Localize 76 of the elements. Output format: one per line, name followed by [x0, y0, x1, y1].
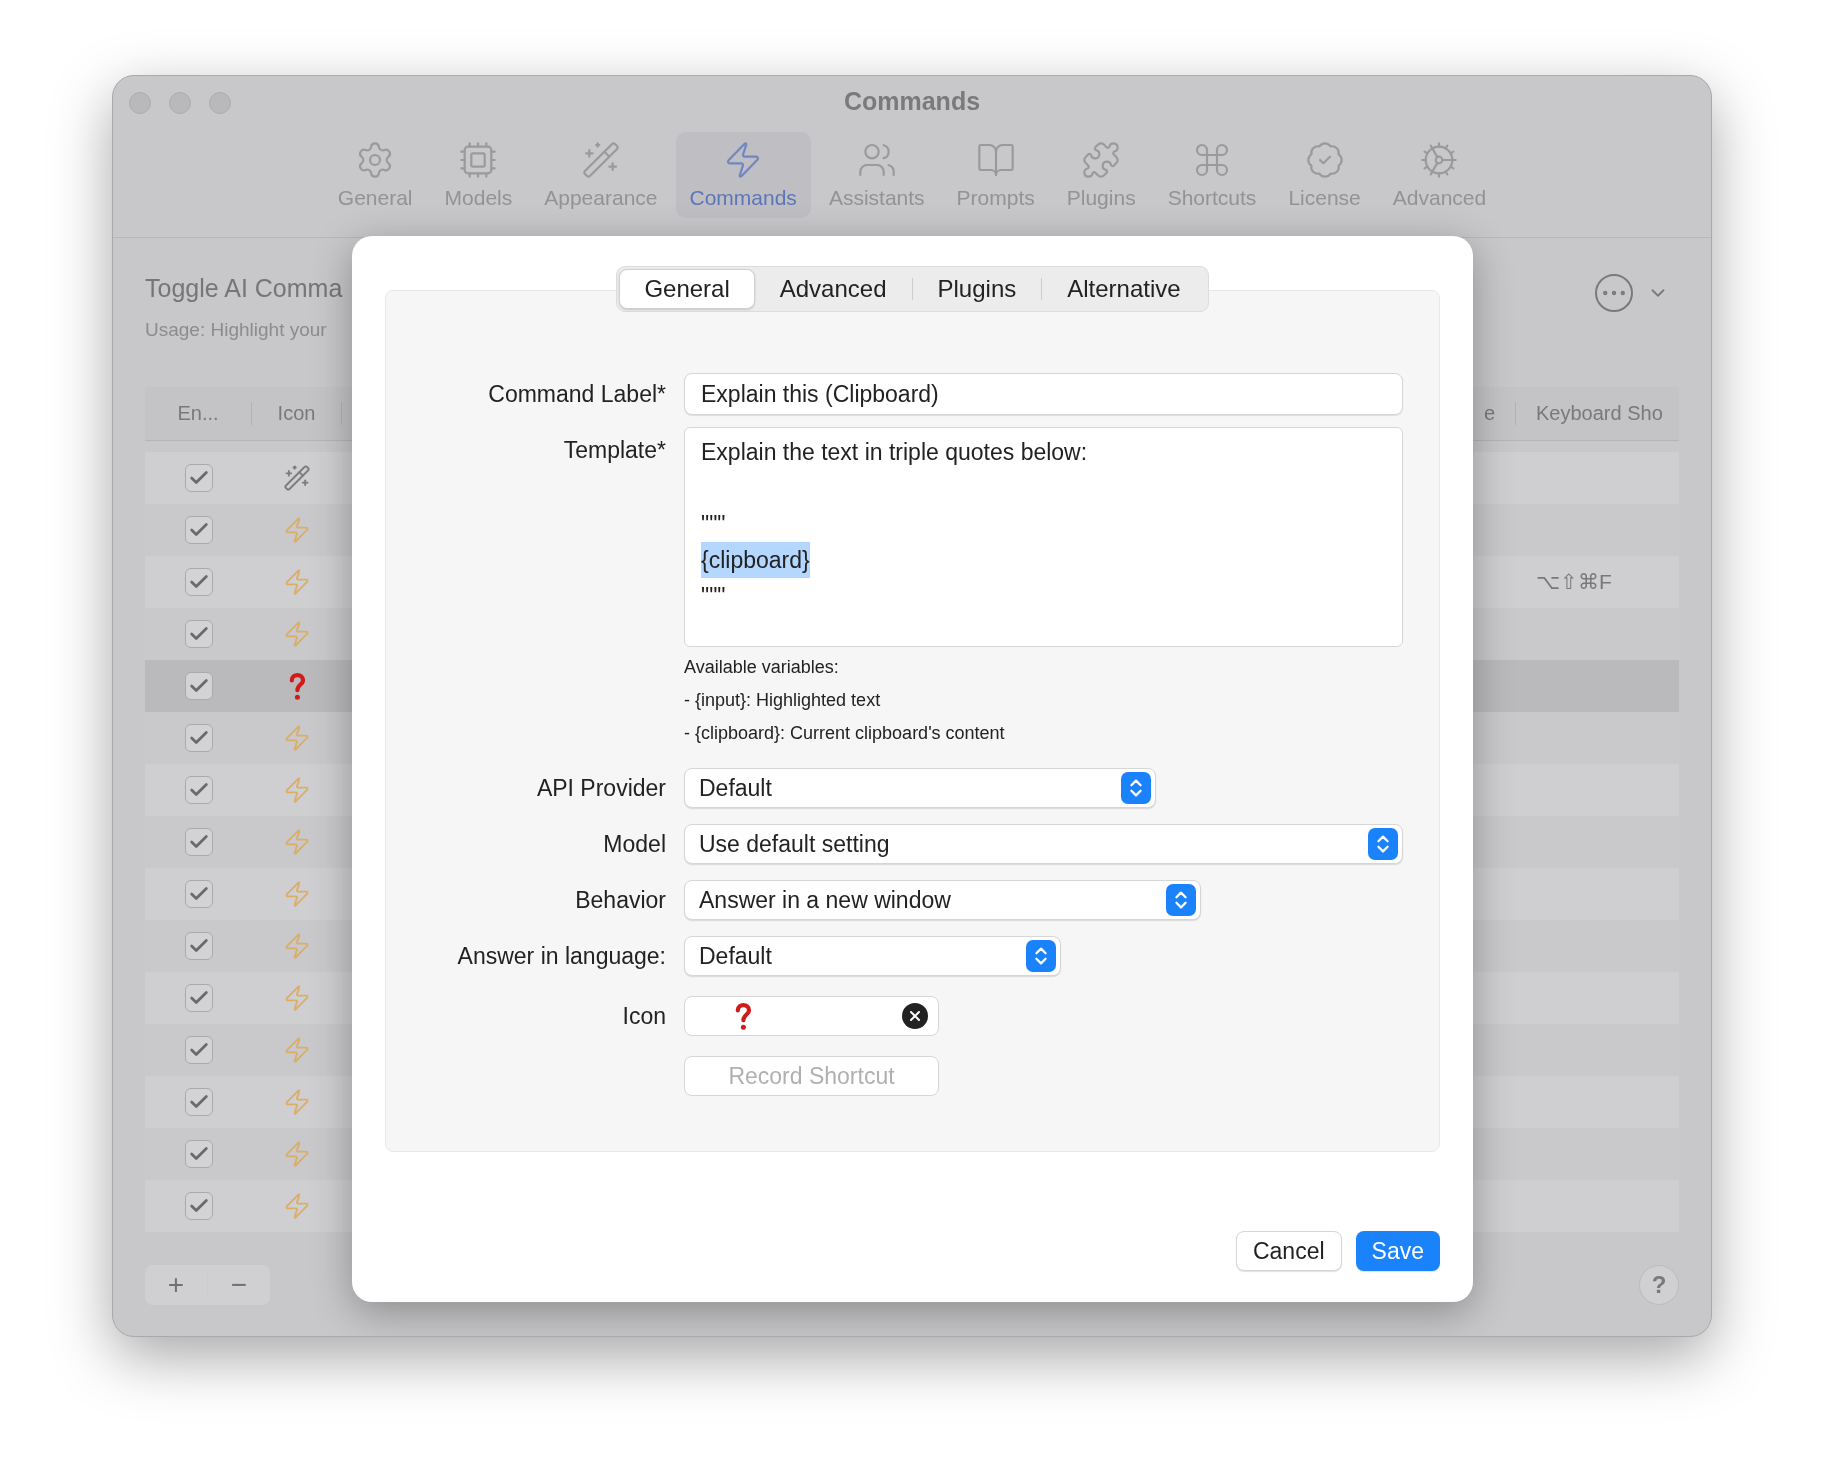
lightning-icon — [283, 620, 311, 648]
column-header[interactable]: En... — [145, 402, 252, 425]
lightning-icon — [283, 568, 311, 596]
field-label: Model — [602, 830, 666, 858]
question-mark-icon — [735, 1002, 752, 1030]
field-label: Answer in language: — [456, 942, 666, 970]
checkbox[interactable] — [184, 1088, 213, 1116]
toolbar-tab[interactable]: Commands — [675, 132, 811, 218]
template-field[interactable]: Explain the text in triple quotes below: """ {clipboard} """ — [684, 427, 1403, 647]
tab[interactable]: Advanced — [754, 269, 912, 309]
field-label: Behavior — [574, 886, 666, 914]
field-label: Command Label* — [487, 380, 666, 408]
remove-button[interactable]: − — [208, 1268, 270, 1302]
usage-text: Usage: Highlight your — [145, 319, 327, 341]
checkbox[interactable] — [184, 464, 213, 492]
field-label: Template* — [562, 436, 666, 464]
checkbox[interactable] — [184, 1036, 213, 1064]
shortcut-text: ⌥⇧⌘F — [1535, 570, 1612, 593]
checkbox[interactable] — [184, 724, 213, 752]
add-button[interactable]: + — [145, 1268, 207, 1302]
help-button[interactable]: ? — [1639, 1265, 1679, 1305]
lightning-icon — [283, 932, 311, 960]
field-label: API Provider — [535, 774, 666, 802]
select-field[interactable]: Default — [684, 768, 1156, 808]
tab[interactable]: Alternative — [1042, 269, 1206, 309]
help-text: Available variables: — [684, 657, 840, 678]
checkbox[interactable] — [184, 568, 213, 596]
clear-button[interactable] — [902, 1003, 928, 1029]
puzzle-icon — [1081, 140, 1122, 180]
lightning-icon — [283, 1140, 311, 1168]
lightning-icon — [283, 776, 311, 804]
checkbox[interactable] — [184, 1140, 213, 1168]
select-field[interactable]: Use default setting — [684, 824, 1403, 864]
checkbox[interactable] — [184, 620, 213, 648]
tab[interactable]: Plugins — [912, 269, 1042, 309]
icon-field[interactable] — [684, 996, 939, 1036]
lightning-icon — [283, 1036, 311, 1064]
more-icon[interactable] — [1595, 274, 1633, 312]
checkbox[interactable] — [184, 880, 213, 908]
gears-icon — [1419, 140, 1460, 180]
template-line: Explain the text in triple quotes below: — [701, 438, 1088, 467]
lightning-icon — [283, 516, 311, 544]
field-label: Icon — [621, 1002, 666, 1030]
template-line: """ — [701, 510, 726, 539]
checkbox[interactable] — [184, 932, 213, 960]
lightning-icon — [283, 880, 311, 908]
question-mark-icon — [288, 672, 306, 700]
select-field[interactable]: Answer in a new window — [684, 880, 1201, 920]
lightning-icon — [283, 724, 311, 752]
checkbox[interactable] — [184, 1192, 213, 1220]
column-header[interactable]: Keyboard Sho — [1516, 402, 1679, 425]
window-title: Commands — [843, 86, 981, 116]
save-button[interactable]: Save — [1355, 1231, 1440, 1271]
close-icon — [907, 1008, 923, 1024]
lightning-icon — [283, 1088, 311, 1116]
template-line: """ — [701, 582, 726, 611]
chip-icon — [458, 140, 499, 180]
help-text: - {clipboard}: Current clipboard's content — [684, 723, 1006, 744]
input-field[interactable]: Explain this (Clipboard) — [684, 373, 1403, 415]
tab[interactable]: General — [619, 269, 755, 309]
checkbox[interactable] — [184, 776, 213, 804]
column-header[interactable]: Icon — [252, 402, 342, 425]
help-text: - {input}: Highlighted text — [684, 690, 882, 711]
checkbox[interactable] — [184, 516, 213, 544]
lightning-icon — [283, 828, 311, 856]
checkbox[interactable] — [184, 984, 213, 1012]
select-field[interactable]: Default — [684, 936, 1061, 976]
command-title: Toggle AI Comma — [145, 274, 343, 303]
cancel-button[interactable]: Cancel — [1235, 1231, 1342, 1271]
checkbox[interactable] — [184, 672, 213, 700]
lightning-icon — [283, 1192, 311, 1220]
lightning-icon — [283, 984, 311, 1012]
magic-wand-icon — [580, 140, 621, 180]
magic-wand-icon — [283, 464, 311, 492]
badge-check-icon — [1304, 140, 1345, 180]
checkbox[interactable] — [184, 828, 213, 856]
